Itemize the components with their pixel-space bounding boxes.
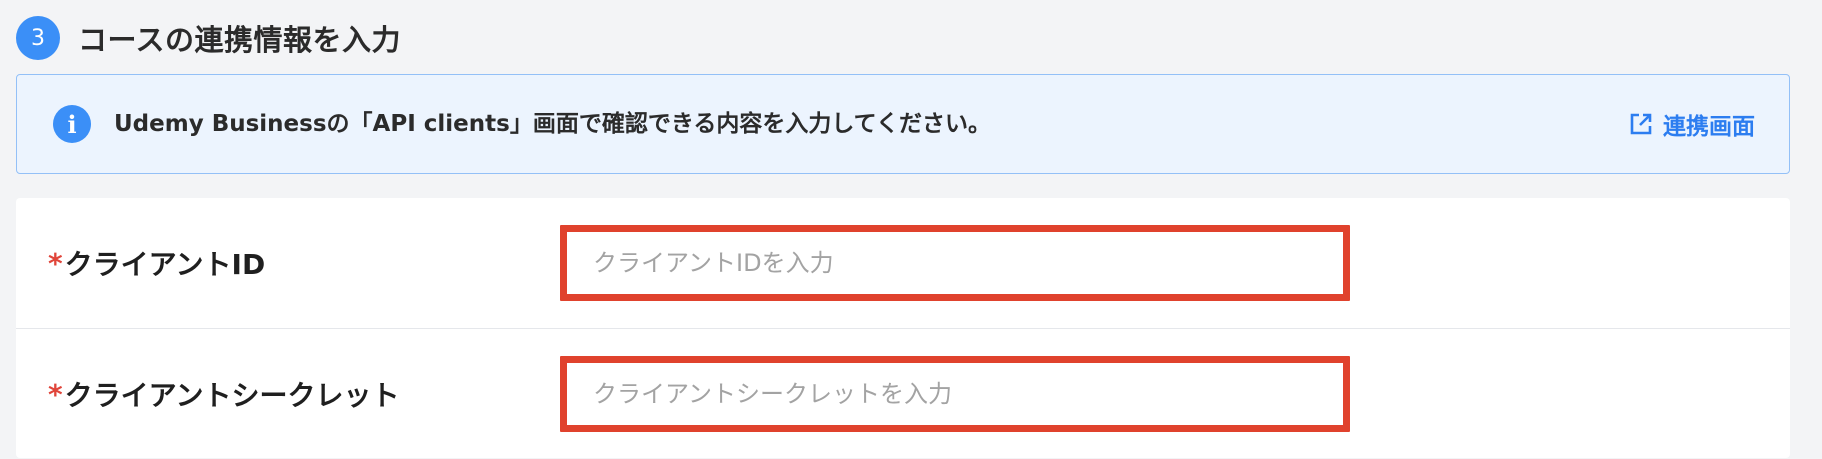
form-row-client-id: * クライアントID [16, 198, 1790, 329]
client-id-input[interactable] [560, 225, 1350, 301]
info-icon: i [53, 105, 91, 143]
section-title: コースの連携情報を入力 [78, 23, 402, 57]
client-id-label: * クライアントID [48, 198, 265, 328]
integration-screen-link[interactable]: 連携画面 [1629, 105, 1755, 143]
integration-form: * クライアントID * クライアントシークレット [16, 198, 1790, 458]
client-secret-input[interactable] [560, 356, 1350, 432]
info-message: Udemy Businessの「API clients」画面で確認できる内容を入… [114, 111, 991, 137]
step-number-badge: 3 [16, 16, 60, 60]
section-header: 3 コースの連携情報を入力 [16, 16, 401, 60]
client-id-label-text: クライアントID [64, 248, 266, 281]
info-banner: i Udemy Businessの「API clients」画面で確認できる内容… [16, 74, 1790, 174]
client-secret-label-text: クライアントシークレット [64, 379, 400, 412]
external-link-icon [1630, 113, 1652, 135]
required-mark: * [48, 246, 63, 280]
required-mark: * [48, 377, 63, 411]
integration-link-label: 連携画面 [1663, 114, 1755, 140]
